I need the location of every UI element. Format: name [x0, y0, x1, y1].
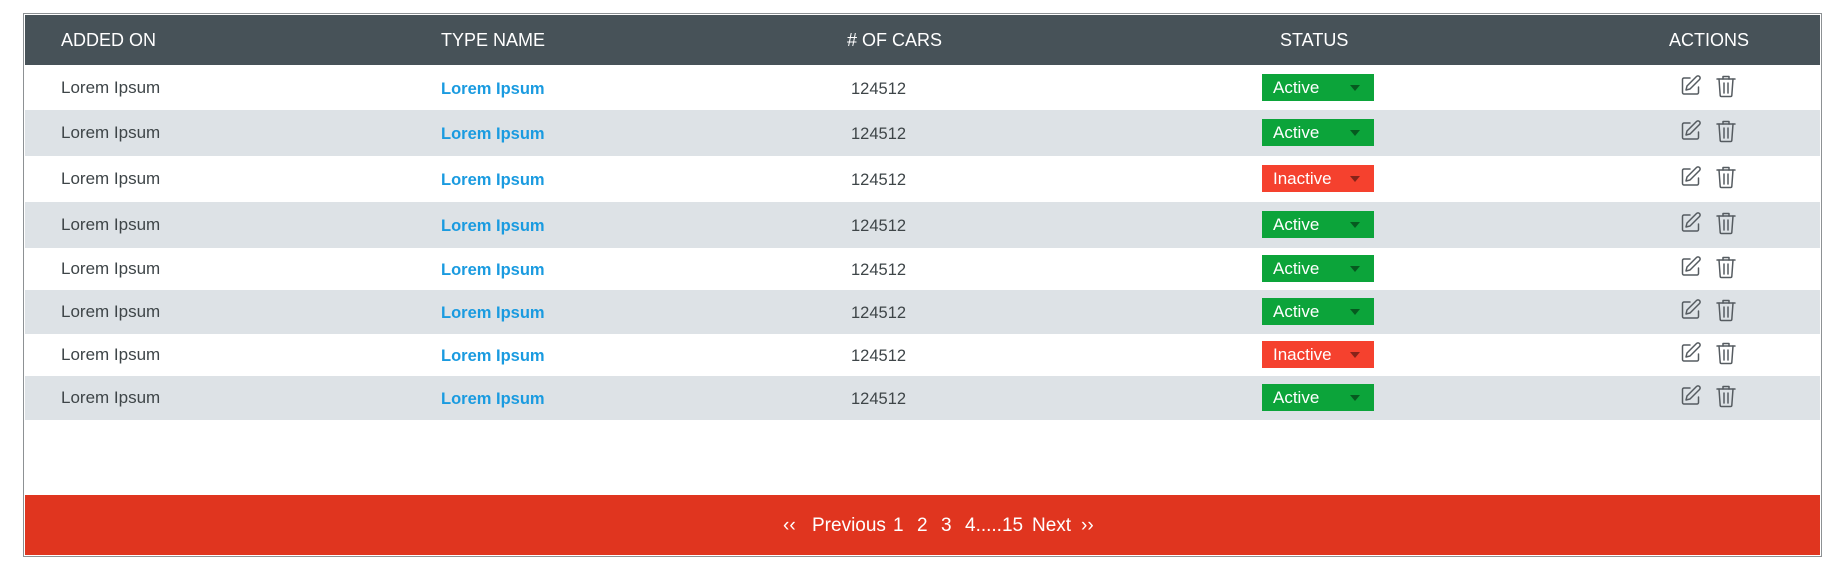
trash-icon[interactable] [1715, 74, 1739, 100]
page-link-1[interactable]: 1 [893, 515, 904, 537]
added-on-cell: Lorem Ipsum [61, 388, 161, 407]
added-on-cell: Lorem Ipsum [61, 302, 161, 321]
status-label: Inactive [1273, 345, 1332, 364]
edit-icon[interactable] [1679, 165, 1703, 191]
cars-count-cell: 124512 [851, 125, 907, 143]
page-link-range[interactable]: 4.....15 [965, 515, 1023, 537]
chevron-down-icon [1350, 395, 1360, 401]
status-label: Active [1273, 388, 1320, 407]
cars-count-cell: 124512 [851, 390, 907, 408]
edit-icon[interactable] [1679, 211, 1703, 237]
status-dropdown[interactable]: Inactive [1262, 165, 1374, 192]
edit-icon[interactable] [1679, 341, 1703, 367]
table-row: Lorem Ipsum Lorem Ipsum 124512 Active [25, 290, 1820, 334]
edit-icon[interactable] [1679, 74, 1703, 100]
trash-icon[interactable] [1715, 255, 1739, 281]
first-page-link[interactable]: ‹‹ [783, 515, 796, 537]
table-row: Lorem Ipsum Lorem Ipsum 124512 Active [25, 110, 1820, 156]
status-label: Inactive [1273, 169, 1332, 188]
cars-count-cell: 124512 [851, 217, 907, 235]
chevron-down-icon [1350, 130, 1360, 136]
status-dropdown[interactable]: Active [1262, 211, 1374, 238]
type-name-link[interactable]: Lorem Ipsum [441, 304, 545, 323]
cars-count-cell: 124512 [851, 261, 907, 279]
type-name-link[interactable]: Lorem Ipsum [441, 217, 545, 236]
trash-icon[interactable] [1715, 211, 1739, 237]
column-header-added-on[interactable]: ADDED ON [61, 30, 156, 51]
status-dropdown[interactable]: Active [1262, 384, 1374, 411]
next-page-link[interactable]: Next [1032, 515, 1071, 537]
status-dropdown[interactable]: Active [1262, 74, 1374, 101]
table-row: Lorem Ipsum Lorem Ipsum 124512 Inactive [25, 334, 1820, 376]
chevron-down-icon [1350, 85, 1360, 91]
added-on-cell: Lorem Ipsum [61, 78, 161, 97]
edit-icon[interactable] [1679, 119, 1703, 145]
pagination-bar: ‹‹ Previous 1 2 3 4.....15 Next ›› [25, 495, 1820, 555]
type-name-link[interactable]: Lorem Ipsum [441, 80, 545, 99]
page-link-3[interactable]: 3 [941, 515, 952, 537]
trash-icon[interactable] [1715, 165, 1739, 191]
edit-icon[interactable] [1679, 298, 1703, 324]
added-on-cell: Lorem Ipsum [61, 215, 161, 234]
added-on-cell: Lorem Ipsum [61, 123, 161, 142]
type-name-link[interactable]: Lorem Ipsum [441, 390, 545, 409]
added-on-cell: Lorem Ipsum [61, 345, 161, 364]
status-label: Active [1273, 78, 1320, 97]
status-dropdown[interactable]: Inactive [1262, 341, 1374, 368]
status-dropdown[interactable]: Active [1262, 298, 1374, 325]
cars-count-cell: 124512 [851, 171, 907, 189]
cars-count-cell: 124512 [851, 80, 907, 98]
added-on-cell: Lorem Ipsum [61, 169, 161, 188]
table-row: Lorem Ipsum Lorem Ipsum 124512 Active [25, 202, 1820, 248]
cars-count-cell: 124512 [851, 304, 907, 322]
edit-icon[interactable] [1679, 255, 1703, 281]
type-name-link[interactable]: Lorem Ipsum [441, 125, 545, 144]
status-label: Active [1273, 215, 1320, 234]
table-row: Lorem Ipsum Lorem Ipsum 124512 Active [25, 248, 1820, 290]
type-name-link[interactable]: Lorem Ipsum [441, 347, 545, 366]
table-row: Lorem Ipsum Lorem Ipsum 124512 Inactive [25, 156, 1820, 202]
status-label: Active [1273, 259, 1320, 278]
trash-icon[interactable] [1715, 298, 1739, 324]
trash-icon[interactable] [1715, 119, 1739, 145]
chevron-down-icon [1350, 176, 1360, 182]
column-header-status[interactable]: STATUS [1280, 30, 1348, 51]
type-name-link[interactable]: Lorem Ipsum [441, 261, 545, 280]
chevron-down-icon [1350, 266, 1360, 272]
chevron-down-icon [1350, 222, 1360, 228]
type-name-link[interactable]: Lorem Ipsum [441, 171, 545, 190]
table-row: Lorem Ipsum Lorem Ipsum 124512 Active [25, 66, 1820, 110]
previous-page-link[interactable]: Previous [812, 515, 886, 537]
table-row: Lorem Ipsum Lorem Ipsum 124512 Active [25, 376, 1820, 420]
edit-icon[interactable] [1679, 384, 1703, 410]
status-dropdown[interactable]: Active [1262, 255, 1374, 282]
chevron-down-icon [1350, 352, 1360, 358]
status-label: Active [1273, 123, 1320, 142]
cars-count-cell: 124512 [851, 347, 907, 365]
page-link-2[interactable]: 2 [917, 515, 928, 537]
table-header: ADDED ON TYPE NAME # OF CARS STATUS ACTI… [25, 15, 1820, 65]
column-header-actions: ACTIONS [1669, 30, 1750, 50]
data-table: ADDED ON TYPE NAME # OF CARS STATUS ACTI… [23, 13, 1822, 557]
chevron-down-icon [1350, 309, 1360, 315]
added-on-cell: Lorem Ipsum [61, 259, 161, 278]
trash-icon[interactable] [1715, 341, 1739, 367]
column-header-cars[interactable]: # OF CARS [847, 30, 942, 51]
trash-icon[interactable] [1715, 384, 1739, 410]
status-dropdown[interactable]: Active [1262, 119, 1374, 146]
status-label: Active [1273, 302, 1320, 321]
last-page-link[interactable]: ›› [1081, 515, 1094, 537]
column-header-type-name[interactable]: TYPE NAME [441, 30, 545, 51]
